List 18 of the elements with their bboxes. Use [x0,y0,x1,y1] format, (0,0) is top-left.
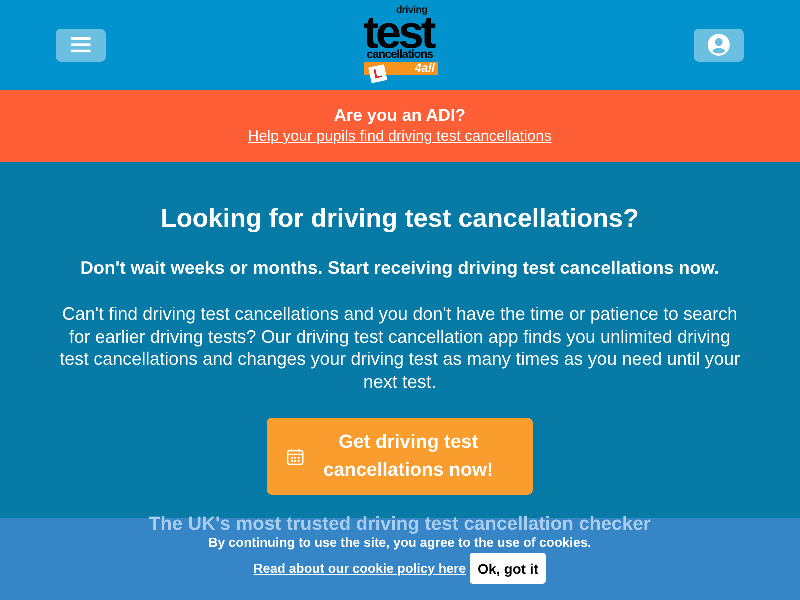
logo-small-text: driving [396,6,428,15]
logo-title: test [364,15,434,49]
account-button[interactable] [694,28,744,62]
cookie-policy-link[interactable]: Read about our cookie policy here [254,561,466,576]
adi-link[interactable]: Help your pupils find driving test cancellations [248,127,552,147]
tagline: The UK's most trusted driving test cancellation checker [149,515,651,534]
adi-title: Are you an ADI? [334,105,466,127]
accept-cookies-button[interactable]: Ok, got it [470,553,546,584]
logo-subtitle: cancellations [366,49,434,61]
cookie-message: By continuing to use the site, you agree to the use of cookies. [208,535,592,551]
calendar-icon [287,448,304,466]
hero-text: Can't find driving test cancellations and you don't have the time or patience to search for earlier driving tests? Our driving test cancellation app finds you unlimited driving test cancellations and changes your driving test as many times as you need until your next test. [58,303,742,393]
menu-button[interactable] [56,28,106,62]
hero-subtitle: Don't wait weeks or months. Start receiving driving test cancellations now. [80,257,720,280]
cta-button[interactable]: Get driving test cancellations now! [267,418,533,495]
hero-title: Looking for driving test cancellations? [160,202,640,234]
menu-icon [71,37,91,53]
user-icon [708,34,730,56]
